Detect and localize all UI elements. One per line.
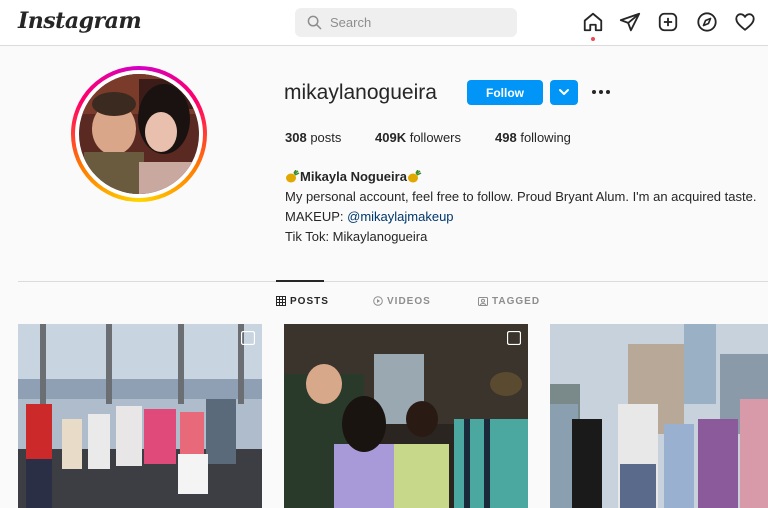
tabs-divider [18, 281, 768, 282]
active-tab-indicator [276, 280, 324, 282]
followers-stat[interactable]: 409K followers [375, 130, 461, 145]
notification-dot [591, 37, 595, 41]
grid-icon [276, 296, 286, 306]
suggested-accounts-button[interactable] [550, 80, 578, 105]
avatar[interactable] [79, 74, 199, 194]
posts-stat: 308 posts [285, 130, 342, 145]
carousel-icon [241, 331, 255, 345]
instagram-logo[interactable]: Instagram [18, 8, 142, 34]
post-thumbnail[interactable] [284, 324, 528, 508]
direct-icon[interactable] [619, 11, 641, 33]
tagged-icon [478, 297, 488, 306]
bio-tiktok-line: Tik Tok: Mikaylanogueira [285, 229, 428, 244]
activity-icon[interactable] [734, 11, 756, 33]
makeup-account-link[interactable]: @mikaylajmakeup [347, 209, 453, 224]
post-image [18, 324, 262, 508]
chevron-down-icon [559, 89, 569, 95]
bio-makeup-line: MAKEUP: @mikaylajmakeup [285, 209, 454, 224]
profile-username: mikaylanogueira [284, 81, 437, 104]
top-navigation-bar: Instagram [0, 0, 768, 46]
bio-text: My personal account, feel free to follow… [285, 189, 757, 204]
search-box[interactable] [295, 8, 517, 37]
post-thumbnail[interactable] [18, 324, 262, 508]
explore-icon[interactable] [696, 11, 718, 33]
bio-display-name-line: Mikayla Nogueira [285, 167, 756, 187]
story-ring[interactable] [71, 66, 207, 202]
search-input[interactable] [330, 13, 510, 32]
profile-photo [79, 74, 199, 194]
post-image [284, 324, 528, 508]
pineapple-emoji-icon [286, 170, 300, 183]
carousel-icon [507, 331, 521, 345]
pineapple-emoji-icon [407, 170, 422, 183]
new-post-icon[interactable] [657, 11, 679, 33]
post-thumbnail[interactable] [550, 324, 768, 508]
tab-tagged[interactable]: TAGGED [478, 296, 540, 307]
display-name: Mikayla Nogueira [300, 169, 407, 184]
profile-bio: Mikayla Nogueira My personal account, fe… [285, 167, 756, 247]
following-stat[interactable]: 498 following [495, 130, 571, 145]
follow-button[interactable]: Follow [467, 80, 543, 105]
tab-videos[interactable]: VIDEOS [373, 296, 431, 307]
tab-posts[interactable]: POSTS [276, 296, 329, 307]
home-icon[interactable] [582, 11, 604, 33]
video-icon [373, 296, 383, 306]
more-options-icon[interactable] [590, 82, 612, 102]
search-icon [307, 15, 322, 30]
post-image [550, 324, 768, 508]
